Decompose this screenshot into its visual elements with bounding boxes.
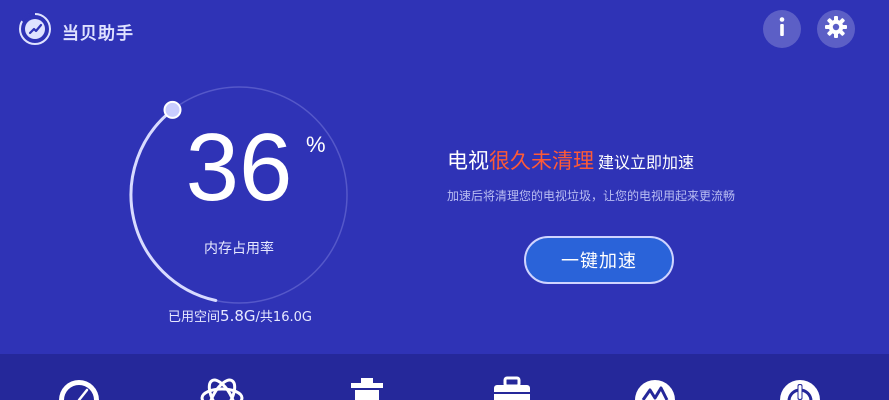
one-click-boost-button[interactable]: 一键加速	[524, 236, 674, 284]
memory-usage-text: 已用空间5.8G/共16.0G	[150, 306, 330, 325]
power-icon[interactable]	[778, 376, 822, 400]
gauge-knob	[163, 100, 182, 119]
memory-used: 5.8G	[220, 307, 256, 325]
toolbox-icon[interactable]	[490, 376, 534, 400]
memory-gauge: 36 % 内存占用率	[124, 80, 354, 310]
memory-separator: /共	[255, 310, 273, 325]
rocket-gauge-icon	[18, 12, 52, 46]
atom-icon[interactable]	[200, 376, 244, 400]
speedometer-icon[interactable]	[57, 376, 101, 400]
memory-total: 16.0G	[272, 310, 312, 325]
gear-icon	[824, 15, 848, 43]
bottom-toolbar	[0, 354, 889, 400]
top-bar: 当贝助手	[0, 0, 889, 60]
percent-unit: %	[306, 132, 326, 157]
info-button[interactable]	[763, 10, 801, 48]
network-speed-icon[interactable]	[633, 376, 677, 400]
headline-alert: 很久未清理	[489, 149, 594, 173]
status-subtitle: 加速后将清理您的电视垃圾，让您的电视用起来更流畅	[447, 189, 736, 203]
memory-prefix: 已用空间	[168, 310, 221, 325]
headline-suggestion: 建议立即加速	[598, 153, 695, 172]
gauge-label: 内存占用率	[204, 241, 274, 257]
app-title: 当贝助手	[62, 24, 134, 44]
trash-icon[interactable]	[345, 376, 389, 400]
settings-button[interactable]	[817, 10, 855, 48]
status-headline: 电视很久未清理 建议立即加速	[447, 145, 694, 175]
headline-part-tv: 电视	[447, 149, 489, 173]
info-icon	[773, 16, 791, 42]
